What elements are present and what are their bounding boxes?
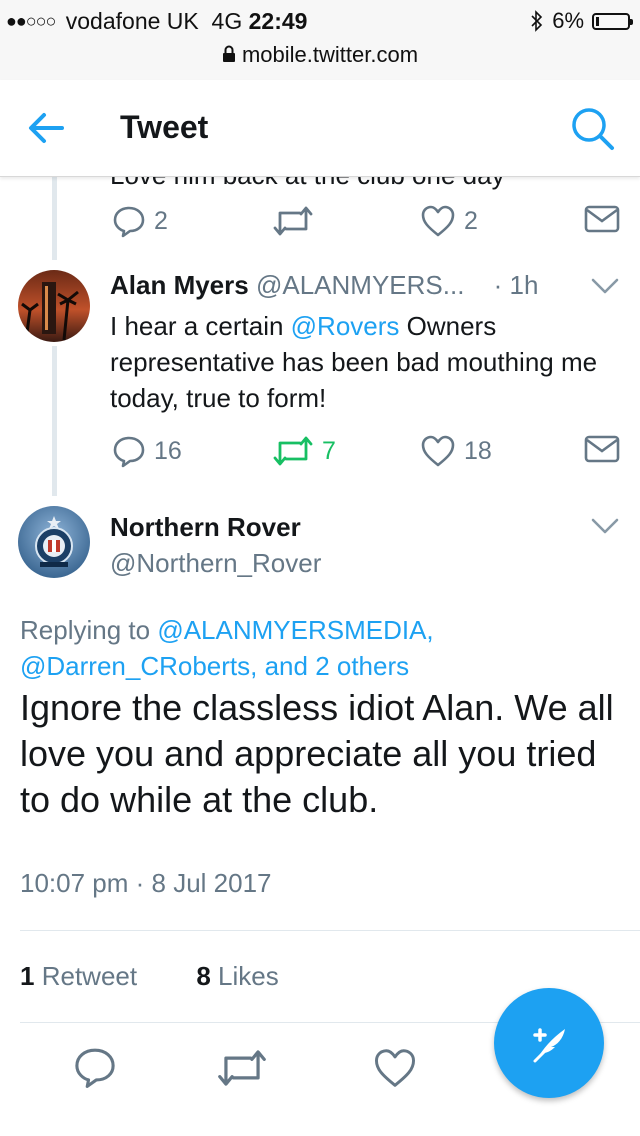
tweet-options-button[interactable]	[590, 516, 620, 541]
clock: 22:49	[248, 8, 308, 34]
reply-button[interactable]	[73, 1045, 117, 1094]
signal-strength-icon: ●●○○○	[6, 11, 56, 31]
network-type: 4G	[211, 8, 243, 34]
retweets-label: Retweet	[41, 961, 138, 991]
carrier-name: vodafone UK	[65, 8, 199, 34]
previous-tweet-actions: 2 2	[0, 204, 640, 244]
engagement-stats: 1 Retweet 8 Likes	[20, 961, 279, 992]
retweet-icon	[273, 206, 313, 236]
heart-icon	[374, 1049, 416, 1087]
page-title: Tweet	[120, 109, 209, 145]
reply-icon	[113, 436, 145, 468]
battery-percent: 6%	[552, 8, 584, 33]
chevron-down-icon	[591, 518, 619, 534]
like-button[interactable]: 2	[420, 204, 478, 238]
search-button[interactable]	[568, 104, 616, 157]
direct-message-button[interactable]	[584, 204, 620, 234]
likes-count: 8	[196, 961, 211, 991]
reply-button[interactable]: 16	[112, 434, 182, 468]
tweet-text: I hear a certain @Rovers Owners represen…	[110, 308, 620, 416]
avatar-image	[18, 506, 90, 578]
heart-icon	[421, 205, 455, 237]
avatar[interactable]	[18, 506, 90, 578]
tweet-header: Alan Myers @ALANMYERS... · 1h	[110, 270, 538, 301]
retweet-button[interactable]	[216, 1047, 268, 1094]
mention-link[interactable]: @Darren_CRoberts, and 2 others	[20, 651, 409, 681]
reply-count: 2	[154, 206, 168, 235]
bluetooth-icon	[531, 10, 543, 32]
mention-link[interactable]: @Rovers	[291, 311, 400, 341]
address-bar[interactable]: mobile.twitter.com	[0, 42, 640, 68]
reply-icon	[113, 206, 145, 238]
retweet-icon	[273, 436, 313, 466]
back-arrow-icon	[29, 113, 64, 143]
avatar-image	[18, 270, 90, 342]
tweet-age: · 1h	[493, 270, 539, 300]
like-button[interactable]	[372, 1047, 418, 1094]
user-name[interactable]: Northern Rover	[110, 512, 301, 543]
retweets-count: 1	[20, 961, 35, 991]
like-count: 18	[464, 436, 492, 465]
chevron-down-icon	[591, 278, 619, 294]
likes-label: Likes	[218, 961, 279, 991]
divider	[20, 930, 640, 931]
compose-tweet-button[interactable]	[494, 988, 604, 1098]
retweet-button[interactable]	[272, 204, 314, 238]
main-tweet-text: Ignore the classless idiot Alan. We all …	[20, 687, 614, 820]
status-bar: ●●○○○ vodafone UK 4G 22:49 6% mobile.twi…	[0, 0, 640, 80]
nav-bar: Tweet	[0, 80, 640, 177]
direct-message-button[interactable]	[584, 434, 620, 464]
mention-link[interactable]: @ALANMYERSMEDIA,	[157, 615, 433, 645]
tweet-timestamp: 10:07 pm · 8 Jul 2017	[20, 868, 272, 898]
like-count: 2	[464, 206, 478, 235]
url-text: mobile.twitter.com	[241, 42, 419, 67]
heart-icon	[421, 435, 455, 467]
carrier-info: ●●○○○ vodafone UK 4G 22:49	[6, 8, 307, 35]
tweet-text-part: I hear a certain	[110, 311, 291, 341]
reply-count: 16	[154, 436, 182, 465]
reply-tweet-actions: 16 7 18	[0, 434, 640, 474]
likes-stat[interactable]: 8 Likes	[196, 961, 278, 991]
retweet-count: 7	[322, 436, 336, 465]
battery-icon	[592, 12, 633, 30]
lock-icon	[222, 45, 235, 62]
envelope-icon	[584, 435, 620, 463]
back-button[interactable]	[24, 106, 68, 155]
battery-area: 6%	[530, 8, 633, 34]
replying-label: Replying to	[20, 615, 158, 645]
reply-button[interactable]: 2	[112, 204, 168, 238]
reply-icon	[75, 1048, 115, 1088]
avatar[interactable]	[18, 270, 90, 342]
like-button[interactable]: 18	[420, 434, 492, 468]
retweets-stat[interactable]: 1 Retweet	[20, 961, 137, 991]
envelope-icon	[584, 205, 620, 233]
user-handle[interactable]: @ALANMYERS...	[256, 270, 464, 300]
replying-to: Replying to @ALANMYERSMEDIA, @Darren_CRob…	[20, 612, 620, 684]
user-name[interactable]: Alan Myers	[110, 270, 249, 300]
search-icon	[572, 108, 614, 150]
compose-feather-icon	[533, 1028, 565, 1063]
retweet-icon	[218, 1050, 266, 1086]
tweet-options-button[interactable]	[590, 276, 620, 301]
user-handle[interactable]: @Northern_Rover	[110, 548, 321, 579]
retweet-button[interactable]: 7	[272, 434, 336, 468]
